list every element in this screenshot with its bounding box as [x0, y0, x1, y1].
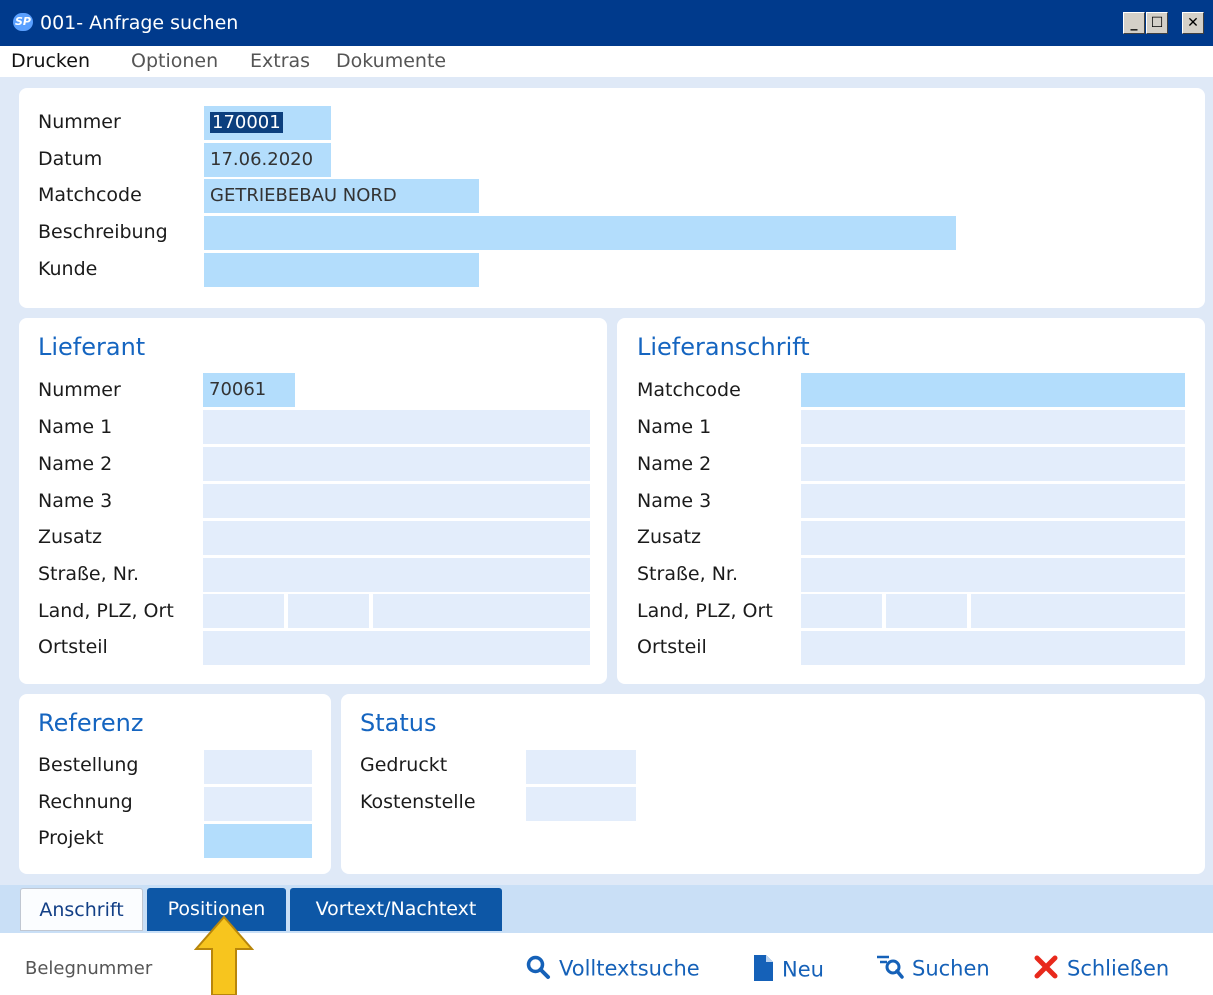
- lieferant-ortsteil-label: Ortsteil: [38, 636, 108, 658]
- projekt-label: Projekt: [38, 827, 104, 849]
- lieferanschrift-strasse-label: Straße, Nr.: [637, 563, 739, 585]
- action-bar: Belegnummer Volltextsuche Neu Suchen Sch…: [0, 933, 1213, 995]
- kunde-label: Kunde: [38, 258, 98, 280]
- lieferanschrift-name3-label: Name 3: [637, 490, 712, 512]
- lieferant-name1-label: Name 1: [38, 416, 113, 438]
- rechnung-label: Rechnung: [38, 791, 133, 813]
- projekt-field[interactable]: [204, 824, 312, 858]
- lieferant-name3-label: Name 3: [38, 490, 113, 512]
- lieferant-name1-field[interactable]: [203, 410, 590, 444]
- minimize-button[interactable]: _: [1123, 12, 1145, 34]
- lieferanschrift-name1-label: Name 1: [637, 416, 712, 438]
- lieferanschrift-name3-field[interactable]: [801, 484, 1185, 518]
- datum-label: Datum: [38, 148, 103, 170]
- lieferant-nummer-label: Nummer: [38, 379, 121, 401]
- menu-bar: Drucken Optionen Extras Dokumente: [0, 46, 1213, 77]
- lieferant-zusatz-label: Zusatz: [38, 526, 103, 548]
- maximize-button[interactable]: ☐: [1146, 12, 1168, 34]
- rechnung-field[interactable]: [204, 787, 312, 821]
- beschreibung-label: Beschreibung: [38, 221, 168, 243]
- referenz-heading: Referenz: [38, 709, 144, 737]
- menu-drucken[interactable]: Drucken: [11, 50, 90, 72]
- lieferant-ort-field[interactable]: [373, 594, 590, 628]
- menu-extras[interactable]: Extras: [250, 50, 310, 72]
- lieferant-name2-field[interactable]: [203, 447, 590, 481]
- nummer-label: Nummer: [38, 111, 121, 133]
- lieferant-strasse-field[interactable]: [203, 558, 590, 592]
- filter-search-icon: [876, 954, 904, 985]
- lieferanschrift-name2-field[interactable]: [801, 447, 1185, 481]
- status-heading: Status: [360, 709, 437, 737]
- matchcode-label: Matchcode: [38, 184, 142, 206]
- datum-field[interactable]: 17.06.2020: [204, 143, 331, 177]
- tab-vortext-nachtext[interactable]: Vortext/Nachtext: [290, 888, 502, 931]
- lieferanschrift-heading: Lieferanschrift: [637, 333, 810, 361]
- window-title: 001- Anfrage suchen: [40, 12, 239, 34]
- close-icon: [1033, 954, 1059, 985]
- lieferanschrift-zusatz-label: Zusatz: [637, 526, 702, 548]
- lieferanschrift-strasse-field[interactable]: [801, 558, 1185, 592]
- nummer-field[interactable]: 170001: [204, 106, 331, 140]
- beschreibung-field[interactable]: [204, 216, 956, 250]
- bestellung-field[interactable]: [204, 750, 312, 784]
- lieferant-name3-field[interactable]: [203, 484, 590, 518]
- lieferanschrift-ortsteil-label: Ortsteil: [637, 636, 707, 658]
- lieferanschrift-ortsteil-field[interactable]: [801, 631, 1185, 665]
- menu-optionen[interactable]: Optionen: [131, 50, 218, 72]
- lieferant-panel: Lieferant Nummer 70061 Name 1 Name 2 Nam…: [19, 318, 607, 684]
- suchen-label: Suchen: [912, 956, 990, 981]
- tab-anschrift[interactable]: Anschrift: [20, 888, 143, 931]
- lieferant-zusatz-field[interactable]: [203, 521, 590, 555]
- gedruckt-field[interactable]: [526, 750, 636, 784]
- neu-label: Neu: [782, 957, 824, 982]
- lieferant-heading: Lieferant: [38, 333, 146, 361]
- lieferanschrift-name1-field[interactable]: [801, 410, 1185, 444]
- schliessen-button[interactable]: Schließen: [1033, 954, 1169, 985]
- tab-bar: Anschrift Positionen Vortext/Nachtext: [0, 885, 1213, 933]
- app-icon: SP: [13, 13, 33, 31]
- lieferanschrift-plz-field[interactable]: [886, 594, 967, 628]
- gedruckt-label: Gedruckt: [360, 754, 448, 776]
- lieferanschrift-matchcode-label: Matchcode: [637, 379, 741, 401]
- status-panel: Status Gedruckt Kostenstelle: [341, 694, 1205, 874]
- lieferanschrift-panel: Lieferanschrift Matchcode Name 1 Name 2 …: [617, 318, 1205, 684]
- bestellung-label: Bestellung: [38, 754, 139, 776]
- kunde-field[interactable]: [204, 253, 479, 287]
- close-window-button[interactable]: ✕: [1182, 12, 1204, 34]
- lieferanschrift-land-field[interactable]: [801, 594, 882, 628]
- lieferant-plz-field[interactable]: [288, 594, 369, 628]
- kostenstelle-label: Kostenstelle: [360, 791, 476, 813]
- belegnummer-label: Belegnummer: [25, 958, 153, 979]
- lieferant-nummer-field[interactable]: 70061: [203, 373, 295, 407]
- search-icon: [525, 954, 551, 985]
- up-arrow-icon: [194, 915, 254, 995]
- lieferanschrift-name2-label: Name 2: [637, 453, 712, 475]
- volltextsuche-button[interactable]: Volltextsuche: [525, 954, 700, 985]
- suchen-button[interactable]: Suchen: [876, 954, 990, 985]
- kostenstelle-field[interactable]: [526, 787, 636, 821]
- lieferant-land-field[interactable]: [203, 594, 284, 628]
- title-bar: SP 001- Anfrage suchen _ ☐ ✕: [0, 0, 1213, 46]
- lieferant-strasse-label: Straße, Nr.: [38, 563, 140, 585]
- lieferanschrift-land-label: Land, PLZ, Ort: [637, 600, 773, 622]
- volltextsuche-label: Volltextsuche: [559, 956, 700, 981]
- new-document-icon: [752, 954, 774, 987]
- lieferanschrift-matchcode-field[interactable]: [801, 373, 1185, 407]
- lieferant-ortsteil-field[interactable]: [203, 631, 590, 665]
- matchcode-field[interactable]: GETRIEBEBAU NORD: [204, 179, 479, 213]
- referenz-panel: Referenz Bestellung Rechnung Projekt: [19, 694, 331, 874]
- lieferant-name2-label: Name 2: [38, 453, 113, 475]
- schliessen-label: Schließen: [1067, 956, 1170, 981]
- menu-dokumente[interactable]: Dokumente: [336, 50, 446, 72]
- lieferanschrift-ort-field[interactable]: [971, 594, 1185, 628]
- neu-button[interactable]: Neu: [752, 954, 824, 987]
- lieferant-land-label: Land, PLZ, Ort: [38, 600, 174, 622]
- header-panel: Nummer 170001 Datum 17.06.2020 Matchcode…: [19, 88, 1205, 308]
- lieferanschrift-zusatz-field[interactable]: [801, 521, 1185, 555]
